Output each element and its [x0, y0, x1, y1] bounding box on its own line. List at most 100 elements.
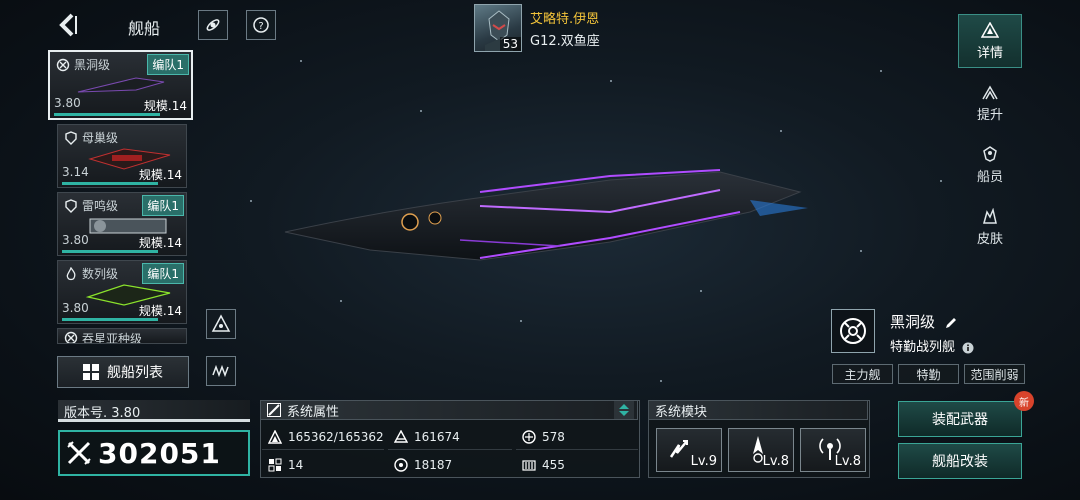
ship-class-name: 黑洞级 — [890, 311, 958, 332]
shield-icon — [522, 429, 536, 444]
attribute-target: 18187 — [388, 452, 512, 478]
tab-label: 详情 — [976, 45, 1003, 61]
ship-subtype: 特勤战列舰 — [890, 336, 974, 355]
module-level: Lv.9 — [690, 454, 717, 469]
engine-icon — [522, 460, 536, 471]
system-attributes-title: 系统属性 — [287, 404, 340, 420]
attributes-toggle-button[interactable] — [614, 401, 634, 419]
module-level: Lv.8 — [762, 454, 789, 469]
page-title: 舰船 — [128, 19, 161, 38]
back-arrow-icon — [59, 13, 77, 37]
edit-icon[interactable] — [944, 316, 958, 330]
flame-class-icon — [66, 267, 76, 281]
ship-details-icon — [981, 21, 999, 38]
tab-upgrade[interactable]: 提升 — [958, 76, 1022, 130]
grid-icon — [83, 364, 99, 380]
help-icon: ? — [253, 17, 269, 33]
ship-tag: 特勤 — [898, 364, 959, 384]
tab-label: 船员 — [976, 169, 1003, 185]
system-attributes-header: 系统属性 — [260, 400, 638, 420]
grid-icon — [268, 458, 282, 472]
ship-tag: 主力舰 — [832, 364, 893, 384]
ship-subtype-text: 特勤战列舰 — [890, 340, 956, 355]
tab-label: 皮肤 — [976, 231, 1003, 247]
back-button[interactable] — [56, 12, 82, 38]
ship-class-name-text: 黑洞级 — [890, 313, 936, 331]
svg-text:?: ? — [258, 21, 263, 32]
attribute-value: 18187 — [414, 458, 453, 472]
attribute-engine: 455 — [516, 452, 638, 478]
ship-version: 3.80 — [54, 96, 81, 110]
attribute-value: 14 — [288, 458, 304, 472]
expand-collapse-icon — [619, 404, 629, 416]
commander-level: 53 — [499, 37, 521, 51]
ship-card-leiming[interactable]: 雷鸣级 编队1 3.80 规模.14 — [57, 192, 187, 256]
ship-tag: 范围削弱 — [964, 364, 1025, 384]
combat-power: 302051 — [58, 430, 250, 476]
hull-icon — [268, 429, 282, 444]
ship-card-shulie[interactable]: 数列级 编队1 3.80 规模.14 — [57, 260, 187, 324]
starmap-button[interactable] — [198, 10, 228, 40]
fleet-formation-button[interactable] — [206, 309, 236, 339]
ship-scale: 规模.14 — [138, 304, 182, 318]
attribute-shield: 578 — [516, 424, 638, 450]
triangle-formation-icon — [211, 314, 231, 332]
module-weapon[interactable]: Lv.9 — [656, 428, 722, 472]
attribute-value: 161674 — [414, 429, 460, 444]
blackhole-class-icon — [840, 318, 866, 344]
shield-class-icon — [65, 199, 77, 213]
ship-list-label: 舰船列表 — [107, 365, 163, 381]
ship-version: 3.14 — [62, 165, 89, 179]
shield-class-icon — [65, 131, 77, 145]
ship-progress-bar — [62, 182, 158, 185]
attributes-icon — [267, 403, 281, 417]
combat-power-value: 302051 — [98, 436, 221, 470]
rocket-icon — [206, 19, 220, 31]
system-modules-title: 系统模块 — [655, 404, 708, 420]
upgrade-icon — [982, 85, 998, 99]
ship-card-muchao[interactable]: 母巢级 3.14 规模.14 — [57, 124, 187, 188]
commander-name: 艾略特.伊恩 — [530, 12, 600, 27]
commander-avatar[interactable]: 53 — [474, 4, 522, 52]
skin-icon — [983, 207, 997, 224]
tab-crew[interactable]: 船员 — [958, 138, 1022, 192]
ship-list-button[interactable]: 舰船列表 — [57, 356, 189, 388]
wave-icon — [212, 364, 229, 378]
info-icon[interactable] — [962, 342, 974, 354]
ship-class-emblem — [831, 309, 875, 353]
crossed-swords-icon — [67, 441, 91, 465]
ship-render — [284, 169, 808, 261]
ship-name: 吞星亚种级 — [82, 332, 143, 344]
attribute-armor: 161674 — [388, 424, 512, 450]
target-icon — [394, 458, 408, 472]
ship-card-heidong[interactable]: 黑洞级 编队1 3.80 规模.14 — [48, 50, 193, 120]
attribute-value: 455 — [542, 458, 565, 472]
crew-icon — [983, 145, 997, 162]
modify-ship-button[interactable]: 舰船改装 — [898, 443, 1022, 479]
attribute-hull: 165362/165362 — [262, 424, 384, 450]
new-badge: 新 — [1014, 391, 1034, 411]
tab-label: 提升 — [976, 107, 1003, 123]
ship-progress-bar — [62, 250, 158, 253]
equip-weapons-button[interactable]: 装配武器 — [898, 401, 1022, 437]
ship-thumbnail — [77, 77, 165, 93]
tab-skin[interactable]: 皮肤 — [958, 200, 1022, 254]
attribute-value: 578 — [542, 429, 565, 444]
armor-icon — [394, 429, 408, 443]
module-propulsion[interactable]: Lv.8 — [728, 428, 794, 472]
tab-details[interactable]: 详情 — [958, 14, 1022, 68]
ship-version: 3.80 — [62, 233, 89, 247]
attribute-value: 165362/165362 — [288, 429, 384, 444]
ship-progress-bar — [62, 318, 158, 321]
blackhole-class-icon — [56, 58, 70, 72]
ship-scale: 规模.14 — [138, 236, 182, 250]
module-signal[interactable]: Lv.8 — [800, 428, 866, 472]
commander-rank: G12.双鱼座 — [530, 34, 600, 49]
version-label: 版本号. 3.80 — [58, 400, 250, 422]
filter-button[interactable] — [206, 356, 236, 386]
module-level: Lv.8 — [834, 454, 861, 469]
ship-card-tunxing[interactable]: 吞星亚种级 — [57, 328, 187, 344]
ship-progress-bar — [54, 113, 160, 116]
attribute-grid: 14 — [262, 452, 384, 478]
help-button[interactable]: ? — [246, 10, 276, 40]
